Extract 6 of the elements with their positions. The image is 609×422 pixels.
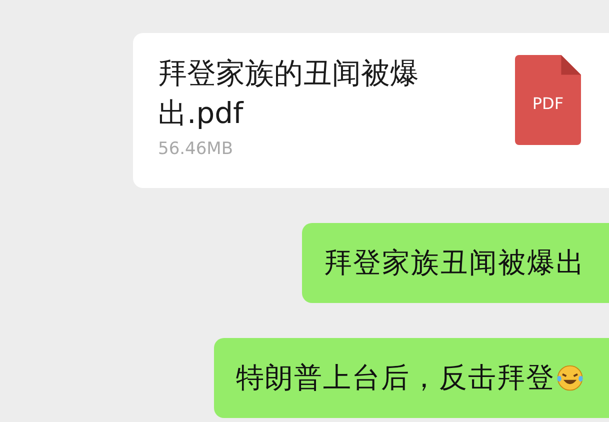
file-size: 56.46MB (158, 139, 234, 159)
message-bubble: 特朗普上台后，反击拜登 (214, 338, 609, 418)
file-message[interactable]: 拜登家族的丑闻被爆出.pdf 56.46MB PDF (133, 33, 609, 188)
message-bubble: 拜登家族丑闻被爆出 (302, 223, 609, 303)
file-name: 拜登家族的丑闻被爆出.pdf (158, 55, 420, 132)
pdf-file-icon: PDF (515, 55, 581, 145)
